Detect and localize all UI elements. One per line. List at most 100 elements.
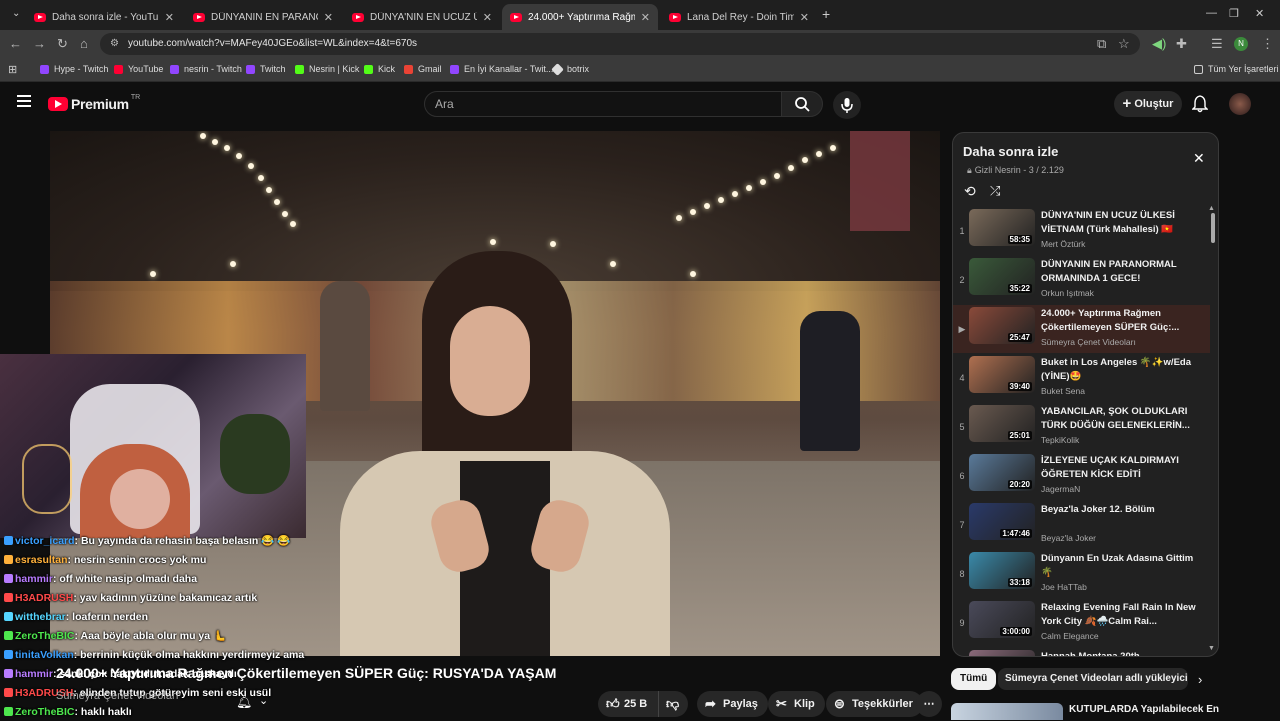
bookmark-item[interactable]: YouTube xyxy=(114,64,163,74)
scroll-up-icon[interactable]: ▲ xyxy=(1208,205,1215,212)
bookmark-item[interactable]: nesrin - Twitch xyxy=(170,64,242,74)
playlist-item-title[interactable]: DÜNYA'NIN EN UCUZ ÜLKESİ VİETNAM (Türk M… xyxy=(1041,209,1201,237)
recommended-title[interactable]: KUTUPLARDA Yapılabilecek En xyxy=(1069,704,1219,715)
playlist-item-thumbnail[interactable]: 25:01 xyxy=(969,405,1035,442)
hamburger-menu-icon[interactable] xyxy=(17,95,31,107)
new-tab-button[interactable]: + xyxy=(822,6,830,22)
home-icon[interactable]: ⌂ xyxy=(80,36,88,51)
profile-avatar[interactable]: N xyxy=(1234,37,1248,51)
search-input[interactable]: Ara xyxy=(424,91,782,117)
thanks-button[interactable]: ⊜ Teşekkürler xyxy=(826,691,923,717)
playlist-item-title[interactable]: Dünyanın En Uzak Adasına Gittim 🌴 xyxy=(1041,552,1201,580)
playlist-item-channel: Calm Elegance xyxy=(1041,631,1099,641)
like-button[interactable]: 👍︎ 25 B xyxy=(598,691,658,717)
back-icon[interactable]: ← xyxy=(9,36,22,51)
browser-tab-active[interactable]: 24.000+ Yaptırıma Rağmen Çök ✕ xyxy=(502,4,658,30)
playlist-item-title[interactable]: YABANCILAR, ŞOK OLDUKLARI TÜRK DÜĞÜN GEL… xyxy=(1041,405,1201,433)
playlist-item[interactable]: 2 35:22 DÜNYANIN EN PARANORMAL ORMANINDA 1… xyxy=(953,256,1210,304)
bookmark-star-icon[interactable]: ☆ xyxy=(1118,36,1130,52)
scroll-down-icon[interactable]: ▼ xyxy=(1208,645,1215,652)
playlist-item[interactable]: 7 1:47:46 Beyaz'la Joker 12. Bölüm Beyaz'la… xyxy=(953,501,1210,549)
chevron-down-icon[interactable]: ⌄ xyxy=(259,694,268,707)
close-tab-icon[interactable]: ✕ xyxy=(641,11,650,24)
bookmark-item[interactable]: Hype - Twitch xyxy=(40,64,108,74)
bookmark-item[interactable]: Gmail xyxy=(404,64,442,74)
playlist-item[interactable]: Hannah Montana 20th xyxy=(953,648,1210,656)
playlist-item[interactable]: 1 58:35 DÜNYA'NIN EN UCUZ ÜLKESİ VİETNAM (… xyxy=(953,207,1210,255)
maximize-icon[interactable]: ❐ xyxy=(1229,7,1239,20)
playlist-item-thumbnail[interactable]: 25:47 xyxy=(969,307,1035,344)
close-tab-icon[interactable]: ✕ xyxy=(800,11,809,24)
share-button[interactable]: ➦ Paylaş xyxy=(697,691,768,717)
playlist-item-title[interactable]: İZLEYENE UÇAK KALDIRMAYI ÖĞRETEN KİCK ED… xyxy=(1041,454,1201,482)
playlist-item[interactable]: 5 25:01 YABANCILAR, ŞOK OLDUKLARI TÜRK DÜĞ… xyxy=(953,403,1210,451)
close-tab-icon[interactable]: ✕ xyxy=(165,11,174,24)
minimize-icon[interactable]: — xyxy=(1206,7,1217,19)
close-tab-icon[interactable]: ✕ xyxy=(324,11,333,24)
dislike-button[interactable]: 👎︎ xyxy=(658,691,688,717)
install-app-icon[interactable]: ⧉ xyxy=(1097,36,1106,52)
create-button[interactable]: + Oluştur xyxy=(1114,91,1182,117)
playlist-item-thumbnail[interactable] xyxy=(969,650,1035,656)
address-bar[interactable]: ⚙ youtube.com/watch?v=MAFey40JGEo&list=W… xyxy=(100,33,1140,55)
site-info-icon[interactable]: ⚙ xyxy=(110,33,119,55)
playlist-item[interactable]: 6 20:20 İZLEYENE UÇAK KALDIRMAYI ÖĞRETEN K… xyxy=(953,452,1210,500)
apps-grid-icon[interactable]: ⊞ xyxy=(8,63,17,76)
audio-playing-icon[interactable]: ◀) xyxy=(1152,36,1166,52)
more-actions-button[interactable]: ⋯ xyxy=(916,691,942,717)
search-button[interactable] xyxy=(781,91,823,117)
bookmark-item[interactable]: Nesrin | Kick xyxy=(295,64,359,74)
playlist-item-title[interactable]: Beyaz'la Joker 12. Bölüm xyxy=(1041,503,1201,517)
clip-button[interactable]: ✂ Klip xyxy=(768,691,825,717)
browser-tab[interactable]: DÜNYA'NIN EN UCUZ ÜLKESİ V ✕ xyxy=(344,4,500,30)
playlist-item-title[interactable]: Relaxing Evening Fall Rain In New York C… xyxy=(1041,601,1201,629)
extensions-icon[interactable]: ✚ xyxy=(1176,36,1187,52)
chip-all[interactable]: Tümü xyxy=(951,668,997,690)
playlist-item-thumbnail[interactable]: 3:00:00 xyxy=(969,601,1035,638)
notifications-bell-icon[interactable] xyxy=(1191,95,1209,118)
playlist-item-thumbnail[interactable]: 58:35 xyxy=(969,209,1035,246)
voice-search-button[interactable] xyxy=(833,91,861,119)
chevron-right-icon[interactable]: › xyxy=(1198,672,1202,687)
browser-tab[interactable]: Daha sonra izle - YouTube ✕ xyxy=(26,4,182,30)
channel-name[interactable]: Sümeyra Çenet Videoları xyxy=(56,690,179,702)
shuffle-icon[interactable]: ⤮ xyxy=(990,183,1000,199)
playlist-item[interactable]: 8 33:18 Dünyanın En Uzak Adasına Gittim 🌴 J… xyxy=(953,550,1210,598)
bookmark-item[interactable]: Twitch xyxy=(246,64,286,74)
bookmark-item[interactable]: botrix xyxy=(551,62,589,76)
playlist-item-title[interactable]: Buket in Los Angeles 🌴✨w/Eda (YİNE)🤩 xyxy=(1041,356,1201,384)
reload-icon[interactable]: ↻ xyxy=(57,36,68,52)
playlist-item-thumbnail[interactable]: 39:40 xyxy=(969,356,1035,393)
browser-tab[interactable]: DÜNYANIN EN PARANORMAL ORM ✕ xyxy=(185,4,341,30)
playlist-item-thumbnail[interactable]: 1:47:46 xyxy=(969,503,1035,540)
chip-uploader[interactable]: Sümeyra Çenet Videoları adlı yükleyicide… xyxy=(998,668,1188,690)
playlist-item-thumbnail[interactable]: 20:20 xyxy=(969,454,1035,491)
playlist-item[interactable]: 9 3:00:00 Relaxing Evening Fall Rain In Ne… xyxy=(953,599,1210,647)
bookmark-item[interactable]: En İyi Kanallar - Twit... xyxy=(450,64,553,74)
close-window-icon[interactable]: ✕ xyxy=(1255,7,1264,20)
ceiling-light xyxy=(550,241,556,247)
playlist-item-title[interactable]: 24.000+ Yaptırıma Rağmen Çökertilemeyen … xyxy=(1041,307,1201,335)
playlist-item-thumbnail[interactable]: 33:18 xyxy=(969,552,1035,589)
loop-icon[interactable]: ⟲ xyxy=(964,183,976,200)
playlist-item-title[interactable]: DÜNYANIN EN PARANORMAL ORMANINDA 1 GECE! xyxy=(1041,258,1201,286)
youtube-premium-logo[interactable]: Premium TR xyxy=(48,94,140,112)
playlist-item[interactable]: ▶ 25:47 24.000+ Yaptırıma Rağmen Çökertile… xyxy=(953,305,1210,353)
playlist-item[interactable]: 4 39:40 Buket in Los Angeles 🌴✨w/Eda (YİNE… xyxy=(953,354,1210,402)
subscribe-bell-icon[interactable]: 🔔︎ xyxy=(236,694,253,710)
all-bookmarks-button[interactable]: Tüm Yer İşaretleri xyxy=(1194,64,1279,74)
playlist-item-title[interactable]: Hannah Montana 20th xyxy=(1041,650,1201,656)
menu-kebab-icon[interactable]: ⋮ xyxy=(1261,36,1274,52)
tab-search-icon[interactable]: ⌄ xyxy=(12,8,20,19)
recommended-thumbnail[interactable] xyxy=(951,703,1063,720)
ceiling-light xyxy=(774,173,780,179)
playlist-scrollbar[interactable] xyxy=(1211,213,1215,243)
close-tab-icon[interactable]: ✕ xyxy=(483,11,492,24)
forward-icon[interactable]: → xyxy=(33,36,46,51)
close-playlist-icon[interactable]: ✕ xyxy=(1193,150,1205,167)
browser-tab[interactable]: Lana Del Rey - Doin Time (Lyric ✕ xyxy=(661,4,817,30)
playlist-item-thumbnail[interactable]: 35:22 xyxy=(969,258,1035,295)
bookmark-item[interactable]: Kick xyxy=(364,64,395,74)
reading-list-icon[interactable]: ☰ xyxy=(1211,36,1223,52)
account-avatar[interactable] xyxy=(1229,93,1251,115)
